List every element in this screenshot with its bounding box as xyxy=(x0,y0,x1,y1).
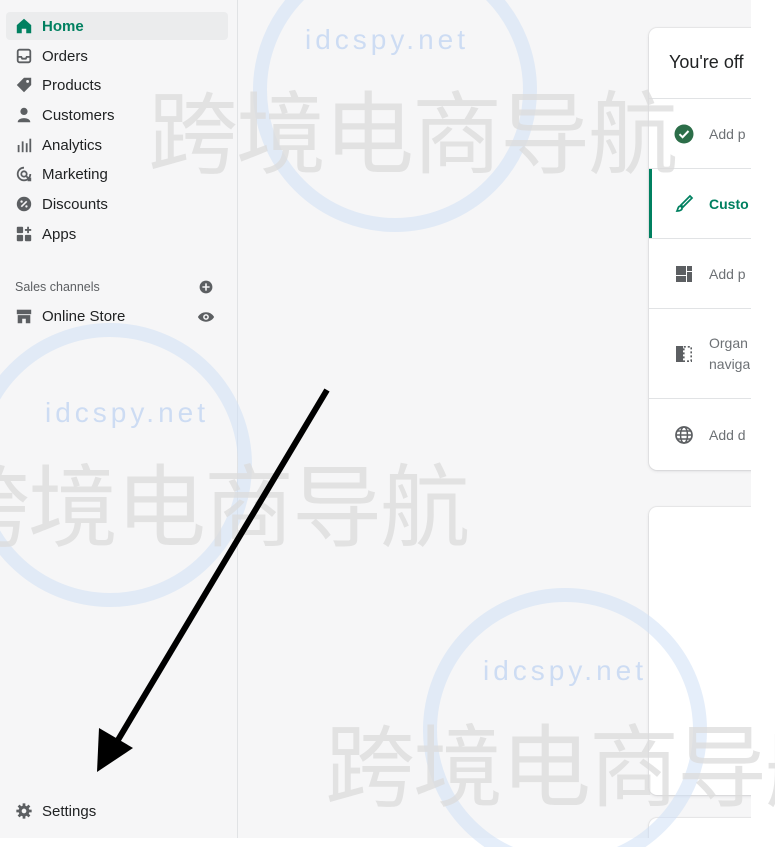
plus-circle-icon xyxy=(199,280,213,294)
sidebar-item-apps[interactable]: Apps xyxy=(6,220,228,248)
navigation-icon xyxy=(673,343,695,365)
gear-icon xyxy=(14,801,34,821)
globe-icon xyxy=(673,424,695,446)
tag-icon xyxy=(14,75,34,95)
secondary-card xyxy=(649,507,751,795)
sidebar-item-label: Apps xyxy=(42,225,77,243)
brush-icon xyxy=(673,193,695,215)
sidebar-item-label: Settings xyxy=(42,802,97,820)
view-online-store-button[interactable] xyxy=(196,307,216,327)
task-add-product[interactable]: Add p xyxy=(649,98,751,169)
apps-icon xyxy=(14,224,34,244)
store-icon xyxy=(14,306,34,326)
sidebar-item-online-store[interactable]: Online Store xyxy=(6,302,228,330)
sales-channels-heading: Sales channels xyxy=(15,280,100,294)
task-label: Add d xyxy=(709,426,746,443)
sidebar-item-settings[interactable]: Settings xyxy=(6,797,228,825)
sidebar-item-label: Customers xyxy=(42,106,115,124)
task-label: Organ naviga xyxy=(709,333,750,375)
sidebar-item-orders[interactable]: Orders xyxy=(6,42,228,70)
sidebar-item-label: Online Store xyxy=(42,307,126,325)
task-customize-theme[interactable]: Custo xyxy=(649,168,751,239)
task-label-line-1: Organ xyxy=(709,335,748,351)
window-edge-bottom xyxy=(0,838,775,847)
inbox-icon xyxy=(14,46,34,66)
sidebar-item-label: Marketing xyxy=(42,165,108,183)
task-add-domain[interactable]: Add d xyxy=(649,398,751,471)
setup-guide-title: You're off xyxy=(669,52,744,72)
page-layout-icon xyxy=(673,263,695,285)
check-circle-icon xyxy=(673,123,695,145)
sidebar-item-label: Home xyxy=(42,17,84,35)
eye-icon xyxy=(197,312,215,322)
sidebar-item-marketing[interactable]: Marketing xyxy=(6,160,228,188)
sidebar-item-label: Products xyxy=(42,76,102,94)
sidebar-item-label: Analytics xyxy=(42,136,103,154)
bar-chart-icon xyxy=(14,135,34,155)
sidebar-item-analytics[interactable]: Analytics xyxy=(6,131,228,159)
task-add-page[interactable]: Add p xyxy=(649,238,751,309)
person-icon xyxy=(14,105,34,125)
sidebar-item-discounts[interactable]: Discounts xyxy=(6,190,228,218)
home-icon xyxy=(14,16,34,36)
sidebar-item-products[interactable]: Products xyxy=(6,71,228,99)
task-label-line-2: naviga xyxy=(709,356,751,372)
task-organize-navigation[interactable]: Organ naviga xyxy=(649,308,751,399)
setup-guide-card: You're off Add p Custo Add p Organ naviga xyxy=(649,28,751,470)
window-edge xyxy=(751,0,775,847)
tertiary-card xyxy=(649,818,751,838)
task-label: Custo xyxy=(709,195,749,212)
target-icon xyxy=(14,164,34,184)
main-content: You're off Add p Custo Add p Organ naviga xyxy=(238,0,751,838)
sidebar-item-customers[interactable]: Customers xyxy=(6,101,228,129)
sidebar-item-label: Discounts xyxy=(42,195,108,213)
task-label: Add p xyxy=(709,265,746,282)
discount-icon xyxy=(14,194,34,214)
sidebar-nav: Home Orders Products Customers Analytics… xyxy=(0,0,238,838)
sidebar-item-label: Orders xyxy=(42,47,88,65)
add-sales-channel-button[interactable] xyxy=(196,277,216,297)
task-label: Add p xyxy=(709,125,746,142)
sidebar-item-home[interactable]: Home xyxy=(6,12,228,40)
